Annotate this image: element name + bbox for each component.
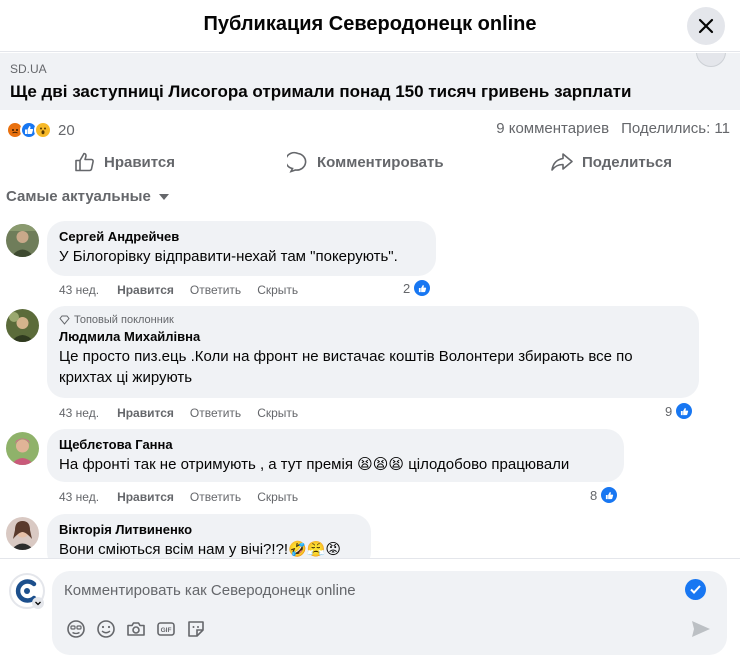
top-fan-badge: Топовый поклонник <box>59 314 687 326</box>
post-stats: 9 комментариев Поделились: 11 <box>496 120 730 137</box>
comment-text: Вони сміються всім нам у вічі?!?!🤣😤😡 <box>59 541 342 558</box>
like-icon <box>75 152 94 172</box>
dialog-title: Публикация Северодонецк online <box>203 13 537 35</box>
wow-reaction-icon <box>34 121 52 139</box>
comment-author[interactable]: Вікторія Литвиненко <box>59 522 359 537</box>
link-preview-card[interactable]: SD.UA Ще дві заступниці Лисогора отримал… <box>0 53 740 110</box>
avatar-sticker-icon[interactable] <box>186 619 206 639</box>
close-icon <box>698 18 714 34</box>
comment-actions: 43 нед. Нравится Ответить Скрыть <box>59 283 298 297</box>
composer-toolbar: GIF <box>66 619 216 639</box>
like-button-label: Нравится <box>104 153 176 171</box>
comment-hide-button[interactable]: Скрыть <box>257 283 298 297</box>
comment-time[interactable]: 43 нед. <box>59 490 99 504</box>
link-title[interactable]: Ще дві заступниці Лисогора отримали пона… <box>10 82 631 102</box>
comment-hide-button[interactable]: Скрыть <box>257 490 298 504</box>
link-domain: SD.UA <box>10 62 47 76</box>
comment-like-button[interactable]: Нравится <box>117 490 174 504</box>
close-button[interactable] <box>687 7 725 45</box>
post-action-bar: Нравится Комментировать Поделиться <box>0 147 740 177</box>
avatar[interactable] <box>6 309 39 342</box>
comment-icon <box>287 151 307 173</box>
comment-author[interactable]: Людмила Михайлівна <box>59 329 687 344</box>
comment-bubble: Щеблєтова Ганна На фронті так не отримую… <box>47 429 624 482</box>
shares-count[interactable]: Поделились: 11 <box>621 120 730 137</box>
comment-reply-button[interactable]: Ответить <box>190 490 241 504</box>
comment-like-count[interactable]: 9 <box>665 402 694 420</box>
like-count-value: 8 <box>590 487 598 503</box>
like-badge-icon <box>600 486 619 504</box>
comment-button-label: Комментировать <box>317 153 444 171</box>
comment-reply-button[interactable]: Ответить <box>190 406 241 420</box>
comment-reply-button[interactable]: Ответить <box>190 283 241 297</box>
comment-input[interactable] <box>64 579 664 601</box>
gif-icon[interactable]: GIF <box>156 619 176 639</box>
dialog-header: Публикация Северодонецк online <box>0 0 740 52</box>
comment-hide-button[interactable]: Скрыть <box>257 406 298 420</box>
like-badge-icon <box>413 279 432 297</box>
comment-actions: 43 нед. Нравится Ответить Скрыть <box>59 490 298 504</box>
avatar[interactable] <box>6 432 39 465</box>
svg-text:GIF: GIF <box>161 627 172 634</box>
sticker-icon[interactable] <box>66 619 86 639</box>
comment-like-count[interactable]: 8 <box>590 486 619 504</box>
comment-text: У Білогорівку відправити-нехай там "поке… <box>59 248 398 265</box>
comment-bubble: Сергей Андрейчев У Білогорівку відправит… <box>47 221 436 276</box>
diamond-icon <box>59 315 70 325</box>
like-badge-icon <box>675 402 694 420</box>
avatar[interactable] <box>6 224 39 257</box>
comment-button[interactable]: Комментировать <box>287 147 444 177</box>
like-button[interactable]: Нравится <box>74 147 175 177</box>
comment-text: Це просто пиз.ець .Коли на фронт не вист… <box>59 348 633 386</box>
comment-time[interactable]: 43 нед. <box>59 283 99 297</box>
comment-composer: GIF <box>0 558 740 663</box>
share-button[interactable]: Поделиться <box>550 147 672 177</box>
comment-author[interactable]: Сергей Андрейчев <box>59 229 424 244</box>
share-button-label: Поделиться <box>582 153 673 171</box>
avatar[interactable] <box>6 517 39 550</box>
comment-bubble: Вікторія Литвиненко Вони сміються всім н… <box>47 514 371 558</box>
comment-like-count[interactable]: 2 <box>403 279 432 297</box>
comment-sort-dropdown[interactable]: Самые актуальные <box>6 188 169 205</box>
comment-actions: 43 нед. Нравится Ответить Скрыть <box>59 406 298 420</box>
sort-label: Самые актуальные <box>6 188 151 205</box>
comment-time[interactable]: 43 нед. <box>59 406 99 420</box>
comment-text: На фронті так не отримують , а тут премі… <box>59 456 570 473</box>
comment-author[interactable]: Щеблєтова Ганна <box>59 437 612 452</box>
reaction-count: 20 <box>58 121 75 139</box>
comments-count[interactable]: 9 комментариев <box>496 120 609 137</box>
share-icon <box>551 153 573 171</box>
emoji-icon[interactable] <box>96 619 116 639</box>
card-close-corner <box>696 53 726 67</box>
grammar-check-icon[interactable] <box>685 579 706 600</box>
like-count-value: 2 <box>403 280 411 296</box>
comment-bubble: Топовый поклонник Людмила Михайлівна Це … <box>47 306 699 398</box>
send-icon[interactable] <box>690 619 712 639</box>
reactions-summary[interactable]: 20 <box>6 119 75 141</box>
badge-label: Топовый поклонник <box>74 314 174 326</box>
like-count-value: 9 <box>665 403 673 419</box>
comment-like-button[interactable]: Нравится <box>117 406 174 420</box>
post-scroll-area[interactable]: SD.UA Ще дві заступниці Лисогора отримал… <box>0 53 740 558</box>
caret-down-icon <box>158 193 169 200</box>
comment-like-button[interactable]: Нравится <box>117 283 174 297</box>
camera-icon[interactable] <box>126 619 146 639</box>
comment-input-box[interactable]: GIF <box>52 571 727 655</box>
chevron-down-icon[interactable] <box>32 597 44 609</box>
